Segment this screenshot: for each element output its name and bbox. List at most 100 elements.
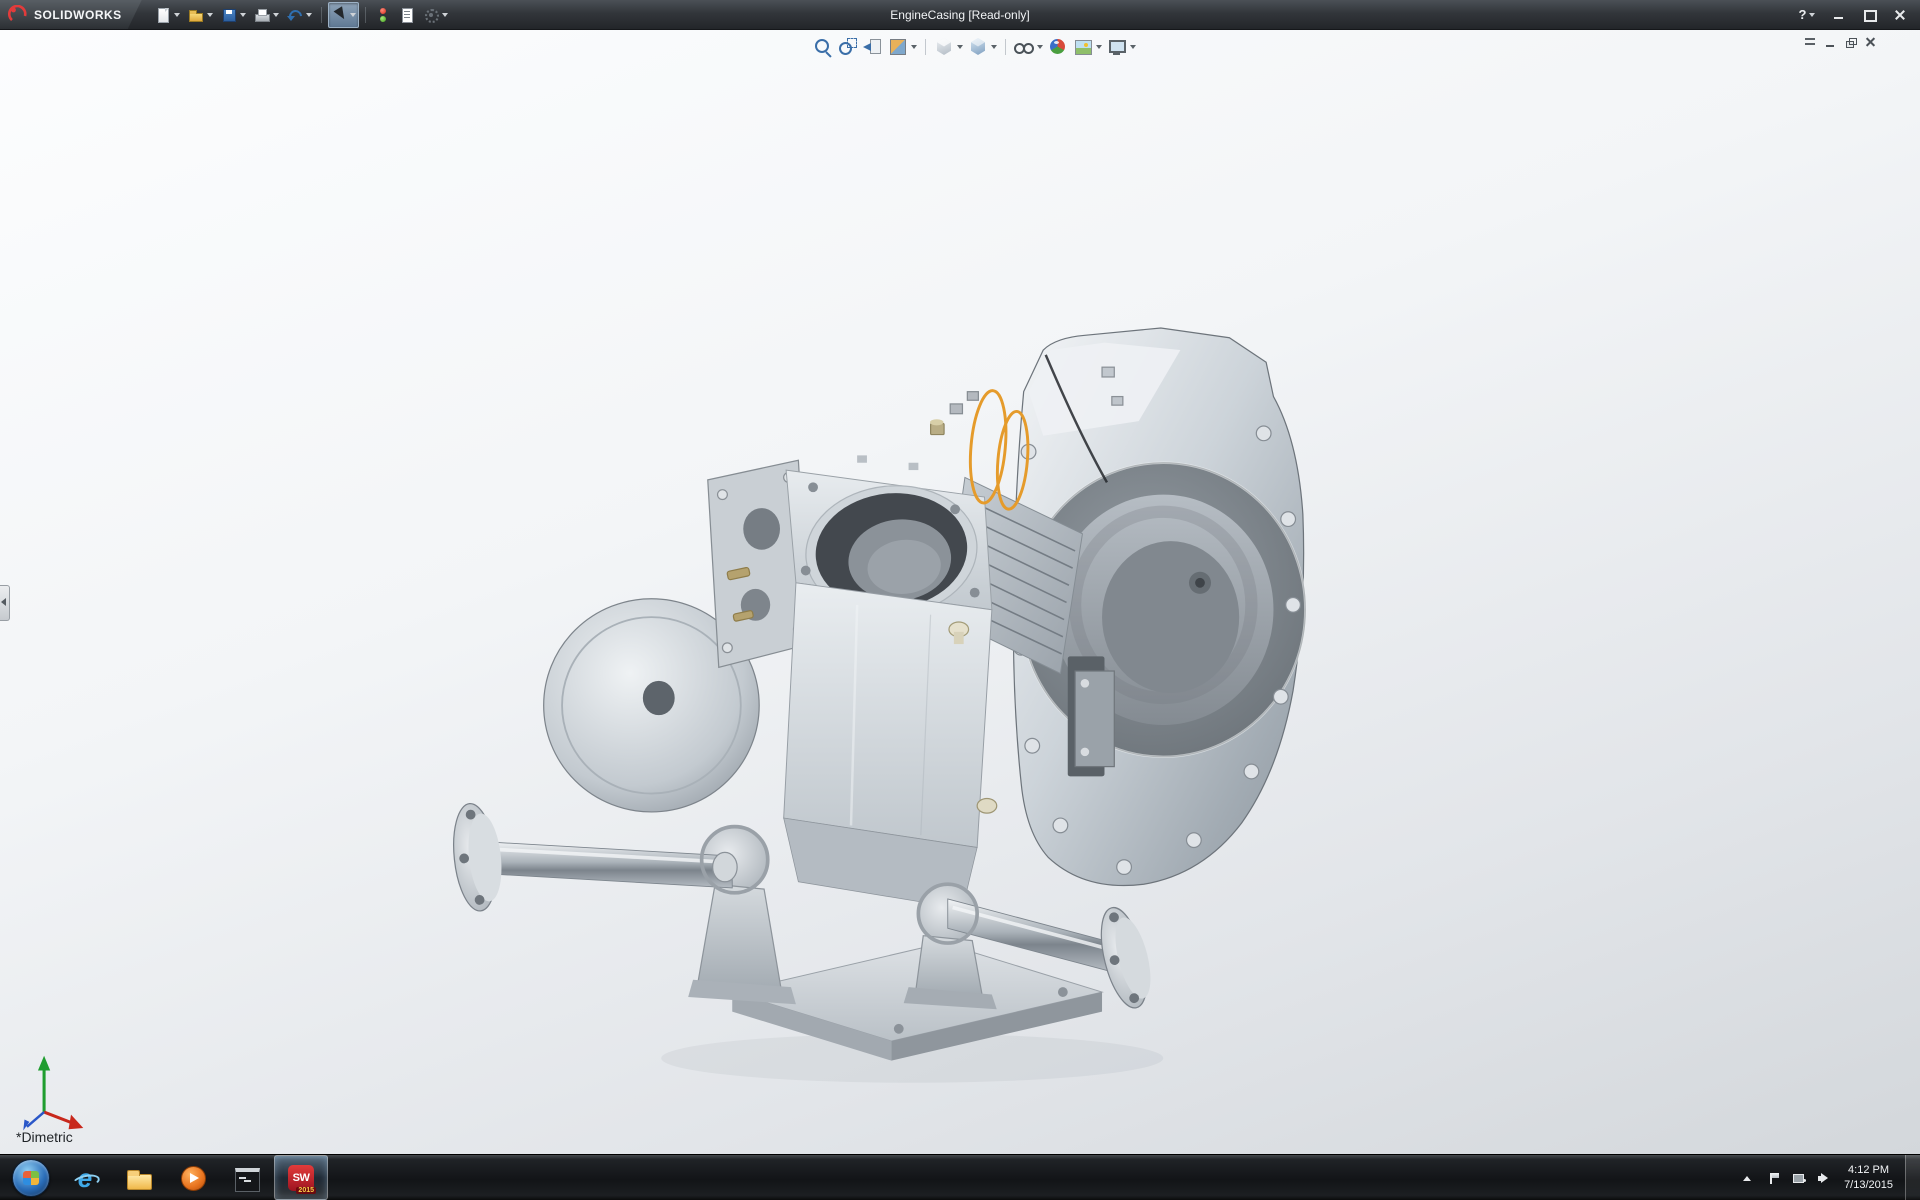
close-document-button[interactable] [1863, 35, 1878, 50]
new-document-icon [155, 7, 171, 23]
rebuild-button[interactable] [372, 2, 394, 28]
new-document-button[interactable] [152, 2, 183, 28]
previous-view-icon [863, 37, 883, 57]
start-button[interactable] [4, 1155, 58, 1200]
file-properties-button[interactable] [396, 2, 418, 28]
previous-view-button[interactable] [862, 34, 884, 60]
toolbar-separator [1005, 39, 1006, 55]
document-window-controls [1803, 35, 1878, 50]
new-document-dropdown[interactable] [174, 13, 180, 17]
section-view-icon [888, 37, 908, 57]
close-window-button[interactable] [1886, 5, 1914, 25]
save-button[interactable] [218, 2, 249, 28]
view-settings-icon [1107, 37, 1127, 57]
solidworks-window: EngineCasing [Read-only] SOLIDWORKS ? [0, 0, 1920, 1200]
apply-scene-icon [1073, 37, 1093, 57]
toolbar-separator [365, 7, 366, 23]
window-menu-button[interactable] [1803, 35, 1818, 50]
options-dropdown[interactable] [442, 13, 448, 17]
tray-icons [1736, 1163, 1836, 1193]
windows-explorer-button[interactable] [112, 1155, 166, 1200]
section-view-button[interactable] [887, 34, 918, 60]
view-orientation-icon [934, 37, 954, 57]
internet-explorer-button[interactable]: e [58, 1155, 112, 1200]
view-settings-dropdown[interactable] [1130, 45, 1136, 49]
media-player-button[interactable] [166, 1155, 220, 1200]
select-button[interactable] [328, 2, 359, 28]
windows-taskbar: e SW2015 4:12 PM 7/13/2015 [0, 1154, 1920, 1200]
help-icon: ? [1799, 7, 1807, 22]
maximize-window-icon [1861, 7, 1877, 23]
clock-time: 4:12 PM [1844, 1163, 1893, 1178]
hide-show-items-dropdown[interactable] [1037, 45, 1043, 49]
print-dropdown[interactable] [273, 13, 279, 17]
open-button[interactable] [185, 2, 216, 28]
graphics-area[interactable]: *Dimetric [0, 29, 1920, 1155]
start-icon [12, 1159, 50, 1197]
print-button[interactable] [251, 2, 282, 28]
solidworks-2015-button[interactable]: SW2015 [274, 1155, 328, 1200]
view-settings-button[interactable] [1106, 34, 1137, 60]
undo-icon [287, 7, 303, 23]
taskbar-clock[interactable]: 4:12 PM 7/13/2015 [1838, 1163, 1903, 1193]
internet-explorer-icon: e [72, 1165, 98, 1191]
restore-document-icon [1843, 35, 1858, 50]
brand-text: SOLIDWORKS [34, 8, 122, 22]
view-orientation-dropdown[interactable] [957, 45, 963, 49]
zoom-to-fit-button[interactable] [812, 34, 834, 60]
network-icon [1791, 1170, 1807, 1186]
cylinder-block [784, 455, 992, 908]
media-player-icon [180, 1165, 206, 1191]
section-view-dropdown[interactable] [911, 45, 917, 49]
engine-casing-model[interactable] [449, 328, 1306, 1083]
minimize-document-button[interactable] [1823, 35, 1838, 50]
apply-scene-button[interactable] [1072, 34, 1103, 60]
show-desktop-button[interactable] [1905, 1155, 1920, 1200]
display-style-dropdown[interactable] [991, 45, 997, 49]
command-prompt-icon [234, 1165, 260, 1191]
toolbar-separator [925, 39, 926, 55]
save-dropdown[interactable] [240, 13, 246, 17]
help-dropdown[interactable] [1809, 13, 1815, 17]
undo-dropdown[interactable] [306, 13, 312, 17]
window-controls: ? [1793, 5, 1920, 25]
display-style-button[interactable] [967, 34, 998, 60]
minimize-window-button[interactable] [1824, 5, 1852, 25]
edit-appearance-icon [1048, 37, 1068, 57]
display-style-icon [968, 37, 988, 57]
file-properties-icon [399, 7, 415, 23]
maximize-window-button[interactable] [1855, 5, 1883, 25]
hide-show-items-button[interactable] [1013, 34, 1044, 60]
close-window-icon [1892, 7, 1908, 23]
edit-appearance-button[interactable] [1047, 34, 1069, 60]
print-icon [254, 7, 270, 23]
undo-button[interactable] [284, 2, 315, 28]
title-bar: EngineCasing [Read-only] SOLIDWORKS ? [0, 0, 1920, 30]
restore-document-button[interactable] [1843, 35, 1858, 50]
action-center-flag-button[interactable] [1762, 1163, 1784, 1193]
options-icon [423, 7, 439, 23]
view-orientation-button[interactable] [933, 34, 964, 60]
rebuild-icon [375, 7, 391, 23]
network-button[interactable] [1788, 1163, 1810, 1193]
heads-up-view-toolbar [812, 34, 1137, 60]
featuremanager-collapsed-tab[interactable] [0, 585, 10, 621]
apply-scene-dropdown[interactable] [1096, 45, 1102, 49]
select-dropdown[interactable] [350, 13, 356, 17]
viewport-3d-canvas[interactable] [0, 29, 1920, 1155]
help-button[interactable]: ? [1793, 5, 1821, 25]
options-button[interactable] [420, 2, 451, 28]
open-dropdown[interactable] [207, 13, 213, 17]
action-center-flag-icon [1765, 1170, 1781, 1186]
zoom-to-area-button[interactable] [837, 34, 859, 60]
reference-triad[interactable] [23, 1056, 83, 1131]
volume-icon [1817, 1170, 1833, 1186]
volume-button[interactable] [1814, 1163, 1836, 1193]
windows-explorer-icon [126, 1165, 152, 1191]
system-tray: 4:12 PM 7/13/2015 [1736, 1155, 1920, 1200]
show-hidden-icons-button[interactable] [1736, 1163, 1758, 1193]
support-bracket-left [688, 827, 796, 1005]
command-prompt-button[interactable] [220, 1155, 274, 1200]
save-icon [221, 7, 237, 23]
quick-access-toolbar [152, 2, 451, 28]
